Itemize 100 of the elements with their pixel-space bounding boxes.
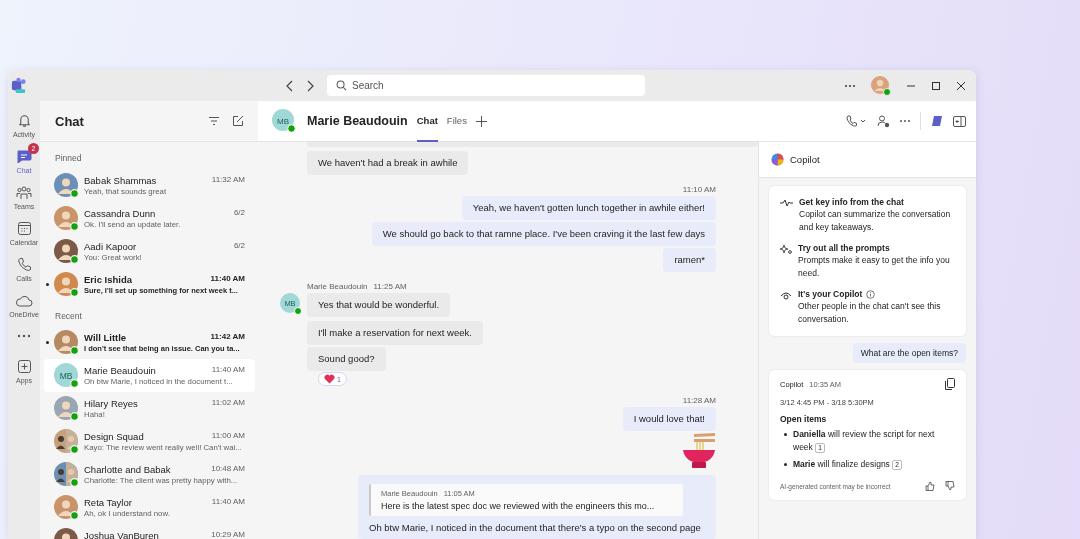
tip-description: Other people in the chat can't see this conversation. xyxy=(798,300,942,326)
contact-name: Will Little xyxy=(84,332,127,343)
message-time: 10:48 AM xyxy=(211,464,245,475)
contact-name: Aadi Kapoor xyxy=(84,241,137,252)
contact-name: Cassandra Dunn xyxy=(84,208,156,219)
eye-icon xyxy=(780,291,792,300)
tip-description: Prompts make it easy to get the info you need. xyxy=(798,254,951,280)
section-label: Pinned xyxy=(54,152,83,165)
tip-title: Get key info from the chat xyxy=(799,197,904,207)
avatar xyxy=(54,239,79,264)
avatar xyxy=(54,495,79,520)
pulse-icon xyxy=(780,199,793,207)
message-time: 11:40 AM xyxy=(211,497,245,508)
prompt-message: What are the open items? xyxy=(852,343,966,363)
contact-name: Design Squad xyxy=(84,431,144,442)
bullet-icon xyxy=(784,463,787,466)
chat-icon xyxy=(16,149,32,164)
teams-logo-icon xyxy=(10,77,27,94)
avatar xyxy=(54,462,79,487)
contact-name: Eric Ishida xyxy=(84,274,133,285)
message-time: 10:29 AM xyxy=(211,530,245,539)
avatar xyxy=(54,330,79,355)
search-icon xyxy=(336,80,347,91)
copy-icon[interactable] xyxy=(945,378,955,390)
message-time: 11:32 AM xyxy=(211,175,245,186)
received-message: Yes that would be wonderful. xyxy=(307,293,451,317)
call-icon[interactable] xyxy=(846,115,868,127)
thumbs-down-icon[interactable] xyxy=(945,481,955,491)
contact-name: Reta Taylor xyxy=(84,497,132,508)
list-title: Chat xyxy=(55,113,84,129)
add-tab-icon[interactable] xyxy=(475,115,487,127)
avatar xyxy=(54,429,79,454)
thumbs-up-icon[interactable] xyxy=(925,481,935,491)
panel-title: Copilot xyxy=(790,154,820,165)
response-heading: Open items xyxy=(780,414,828,424)
contact-name: Babak Shammas xyxy=(84,175,157,186)
message-time: 11:25 AM xyxy=(373,282,407,291)
avatar: MB xyxy=(272,109,296,133)
copilot-logo-icon xyxy=(771,153,784,166)
contact-name: Marie Beaudouin xyxy=(84,365,156,376)
tip-title: It's your Copilot xyxy=(798,289,863,299)
search-field[interactable]: Search xyxy=(327,75,645,96)
sent-message: We should go back to that ramne place. I've been craving it the last few days xyxy=(371,222,716,246)
people-settings-icon[interactable] xyxy=(877,114,890,128)
message-time: 11:10 AM xyxy=(681,185,716,194)
tab[interactable]: Files xyxy=(446,100,467,142)
chat-list-item[interactable]: Joshua VanBuren 10:29 AM xyxy=(40,524,258,539)
people-group-icon xyxy=(16,185,32,200)
message-time: 11:40 AM xyxy=(210,274,245,285)
message-time: 6/2 xyxy=(233,241,245,252)
sent-message: Yeah, we haven't gotten lunch together in awhile either! xyxy=(461,196,716,220)
received-message: Sound good? xyxy=(307,347,386,371)
avatar: MB xyxy=(54,363,79,388)
received-message: I'll make a reservation for next week. xyxy=(307,321,483,345)
calendar-icon xyxy=(16,221,32,236)
add-apps-icon xyxy=(16,359,32,374)
compose-icon[interactable] xyxy=(232,115,244,127)
forward-icon[interactable] xyxy=(305,79,315,92)
avatar xyxy=(54,272,79,297)
sent-message: ramen* xyxy=(663,248,716,272)
cloud-icon xyxy=(15,294,33,307)
message-time: 11:28 AM xyxy=(681,396,716,405)
filter-icon[interactable] xyxy=(208,116,220,126)
contact-name: Hilary Reyes xyxy=(84,398,138,409)
profile-avatar-icon[interactable] xyxy=(871,75,891,96)
side-panel-icon[interactable] xyxy=(953,115,966,127)
sparkle-icon xyxy=(780,245,792,255)
phone-icon xyxy=(16,257,32,272)
message-time: 11:40 AM xyxy=(211,365,245,376)
back-icon[interactable] xyxy=(285,79,295,92)
avatar xyxy=(54,173,79,198)
received-message: We haven't had a break in awhile xyxy=(307,151,469,175)
noodle-bowl-drawing xyxy=(682,433,716,469)
contact-name: Joshua VanBuren xyxy=(84,530,159,539)
quoted-text: Here is the latest spec doc we reviewed with the engineers this mo... xyxy=(381,501,656,511)
tip-title: Try out all the prompts xyxy=(798,243,890,253)
avatar xyxy=(54,206,79,231)
heart-icon xyxy=(324,374,335,384)
close-icon[interactable] xyxy=(956,80,966,91)
maximize-icon[interactable] xyxy=(931,80,941,91)
message-time: 11:42 AM xyxy=(210,332,245,343)
sent-message: I would love that! xyxy=(622,407,716,431)
bullet-icon xyxy=(784,433,787,436)
info-icon[interactable] xyxy=(866,289,876,299)
sender-name: Marie Beaudouin xyxy=(307,282,368,291)
tip-description: Copilot can summarize the conversation and key takeaways. xyxy=(799,208,952,234)
more-icon[interactable] xyxy=(17,334,31,338)
conversation-title: Marie Beaudouin xyxy=(307,114,408,128)
message-time: 6/2 xyxy=(233,208,245,219)
more-icon[interactable] xyxy=(899,119,911,123)
message-time: 11:00 AM xyxy=(211,431,245,442)
more-icon[interactable] xyxy=(844,83,856,88)
section-label: Recent xyxy=(54,310,83,323)
unread-dot xyxy=(46,283,49,286)
unread-dot xyxy=(46,341,49,344)
contact-name: Charlotte and Babak xyxy=(84,464,171,475)
avatar xyxy=(54,396,79,421)
message-time: 11:02 AM xyxy=(211,398,245,409)
message-text: Oh btw Marie, I noticed in the document that there's a typo on the second page xyxy=(369,522,702,533)
bell-icon xyxy=(16,113,32,128)
